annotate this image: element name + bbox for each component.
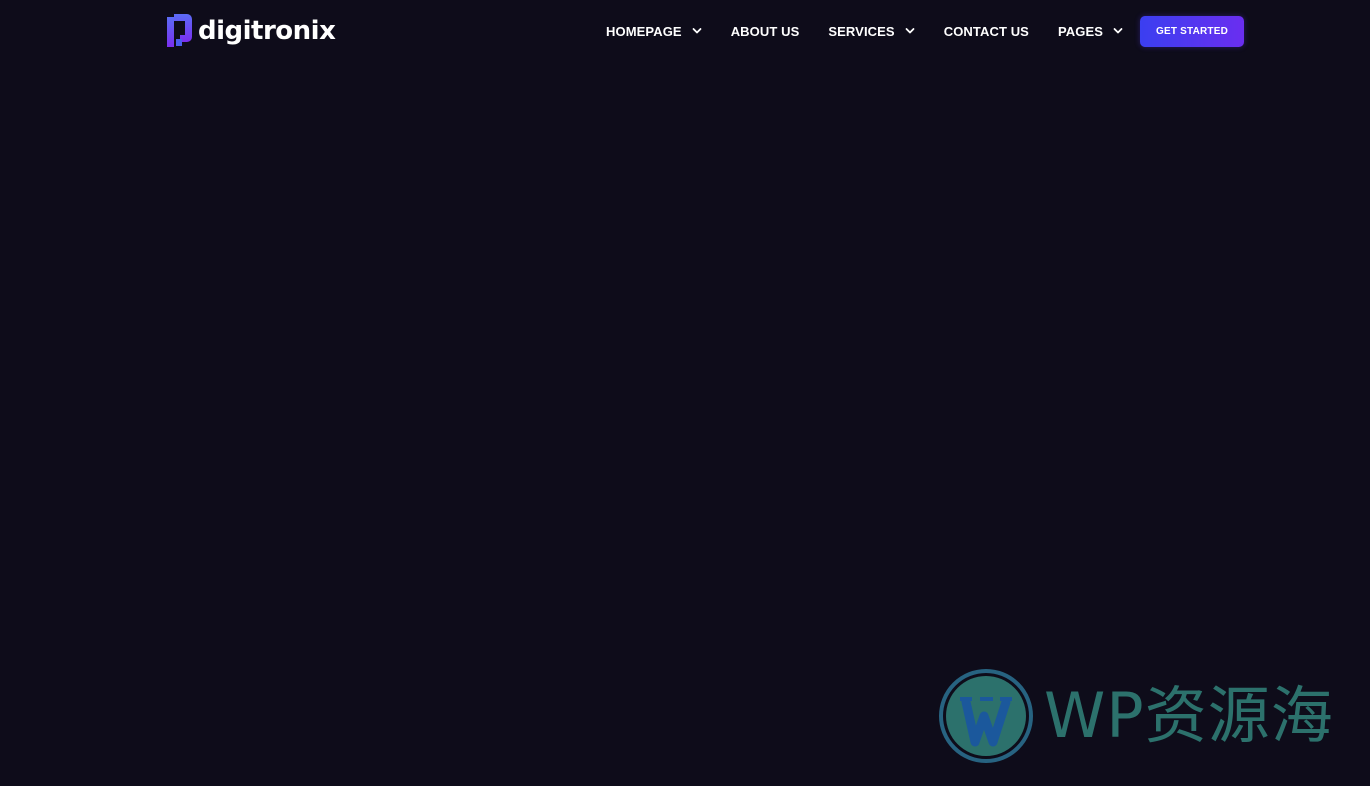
nav-item-label: CONTACT US [943, 23, 1029, 39]
nav-item-label: SERVICES [828, 23, 895, 39]
nav-item-homepage[interactable]: HOMEPAGE [606, 24, 702, 39]
nav-item-about-us[interactable]: ABOUT US [731, 24, 800, 39]
main-nav: HOMEPAGE ABOUT US SERVICES CONTACT US PA… [606, 0, 1245, 62]
nav-item-label: HOMEPAGE [606, 23, 682, 39]
watermark-text: WP资源海 [1044, 679, 1334, 752]
nav-item-label: PAGES [1057, 23, 1104, 39]
chevron-down-icon [692, 28, 702, 34]
chevron-down-icon [905, 28, 915, 34]
brand-name: digitronix [198, 16, 336, 46]
chevron-down-icon [1113, 28, 1123, 34]
wordpress-icon [939, 669, 1033, 763]
brand-mark-icon [167, 14, 192, 47]
site-header: digitronix HOMEPAGE ABOUT US SERVICES CO… [0, 0, 1370, 62]
nav-item-label: ABOUT US [730, 23, 800, 39]
get-started-button[interactable]: GET STARTED [1140, 15, 1245, 47]
nav-item-services[interactable]: SERVICES [828, 23, 915, 39]
watermark: WP资源海 [938, 668, 1334, 764]
nav-item-contact-us[interactable]: CONTACT US [944, 24, 1029, 39]
brand-logo-link[interactable]: digitronix [165, 13, 336, 49]
page: digitronix HOMEPAGE ABOUT US SERVICES CO… [0, 0, 1370, 786]
nav-item-pages[interactable]: PAGES [1058, 24, 1123, 39]
